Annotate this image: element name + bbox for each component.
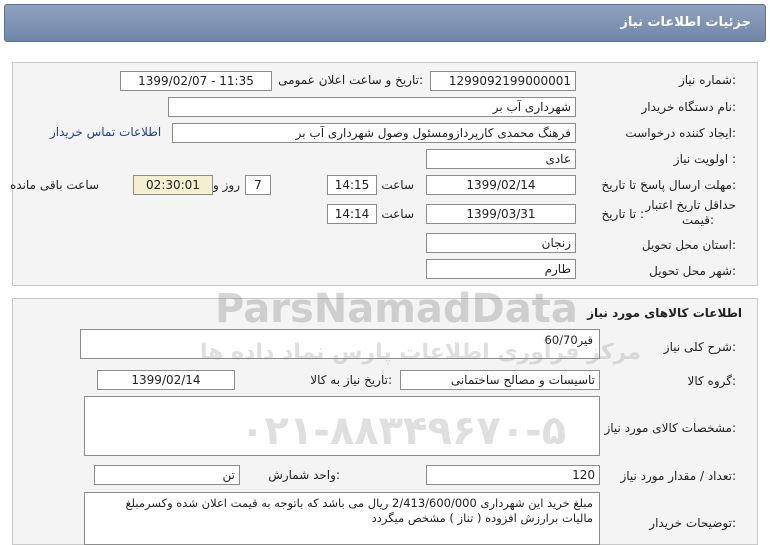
validity-until-label: تا تاریخ : bbox=[601, 207, 644, 221]
priority-label: اولویت نیاز : bbox=[673, 152, 736, 166]
validity-label-line2: قیمت: bbox=[681, 213, 714, 227]
province-label: استان محل تحویل: bbox=[641, 238, 736, 252]
buyer-contact-link[interactable]: اطلاعات تماس خریدار bbox=[50, 125, 161, 139]
validity-time-field: 14:14 bbox=[327, 204, 377, 224]
buyer-notes-field: مبلغ خرید این شهرداری 2/413/600/000 ریال… bbox=[84, 492, 600, 545]
days-label: روز و bbox=[213, 178, 240, 192]
quantity-field: 120 bbox=[426, 465, 600, 485]
days-remaining-field: 7 bbox=[245, 175, 271, 195]
city-label: شهر محل تحویل: bbox=[649, 264, 736, 278]
need-number-label: شماره نیاز: bbox=[678, 73, 736, 87]
creator-label: ایجاد کننده درخواست: bbox=[625, 126, 736, 140]
summary-label: شرح کلی نیاز: bbox=[663, 340, 736, 354]
priority-field: عادی bbox=[426, 149, 576, 169]
goods-group-field: تاسیسات و مصالح ساختمانی bbox=[400, 370, 600, 390]
announce-datetime-label: تاریخ و ساعت اعلان عمومی: bbox=[278, 73, 423, 87]
need-info-panel bbox=[12, 62, 758, 286]
province-field: زنجان bbox=[426, 233, 576, 253]
goods-group-label: گروه کالا: bbox=[687, 374, 737, 388]
specs-label: مشخصات کالای مورد نیاز: bbox=[604, 421, 736, 435]
unit-label: واحد شمارش: bbox=[268, 468, 340, 482]
remaining-time-label: ساعت باقی مانده bbox=[10, 178, 100, 192]
quantity-label: تعداد / مقدار مورد نیاز: bbox=[620, 469, 736, 483]
deadline-time-label: ساعت bbox=[381, 178, 414, 192]
need-number-field: 1299092199000001 bbox=[430, 71, 576, 91]
deadline-date-field: 1399/02/14 bbox=[426, 175, 576, 195]
buyer-notes-label: توضیحات خریدار: bbox=[649, 516, 736, 530]
validity-date-field: 1399/03/31 bbox=[426, 204, 576, 224]
page-header: جزئیات اطلاعات نیاز bbox=[4, 4, 766, 42]
unit-field: تن bbox=[94, 465, 240, 485]
deadline-until-label: تا تاریخ : bbox=[601, 178, 644, 192]
need-date-field: 1399/02/14 bbox=[97, 370, 235, 390]
validity-label-line1: حداقل تاریخ اعتبار bbox=[645, 198, 736, 212]
buyer-org-field: شهرداری آب بر bbox=[168, 97, 576, 117]
validity-time-label: ساعت bbox=[381, 207, 414, 221]
buyer-org-label: نام دستگاه خریدار: bbox=[641, 100, 737, 114]
deadline-time-field: 14:15 bbox=[327, 175, 377, 195]
remaining-time-field: 02:30:01 bbox=[133, 175, 213, 195]
specs-field bbox=[84, 396, 600, 456]
goods-section-title: اطلاعات کالاهای مورد نیاز bbox=[587, 306, 742, 320]
page-title: جزئیات اطلاعات نیاز bbox=[620, 15, 751, 30]
creator-field: فرهنگ محمدی کارپردازومسئول وصول شهرداری … bbox=[172, 123, 576, 143]
summary-field: قیر60/70 bbox=[80, 329, 600, 359]
need-date-label: تاریخ نیاز به کالا: bbox=[310, 373, 392, 387]
announce-datetime-field: 1399/02/07 - 11:35 bbox=[120, 71, 272, 91]
deadline-label: مهلت ارسال پاسخ: bbox=[640, 178, 736, 192]
city-field: طارم bbox=[426, 259, 576, 279]
